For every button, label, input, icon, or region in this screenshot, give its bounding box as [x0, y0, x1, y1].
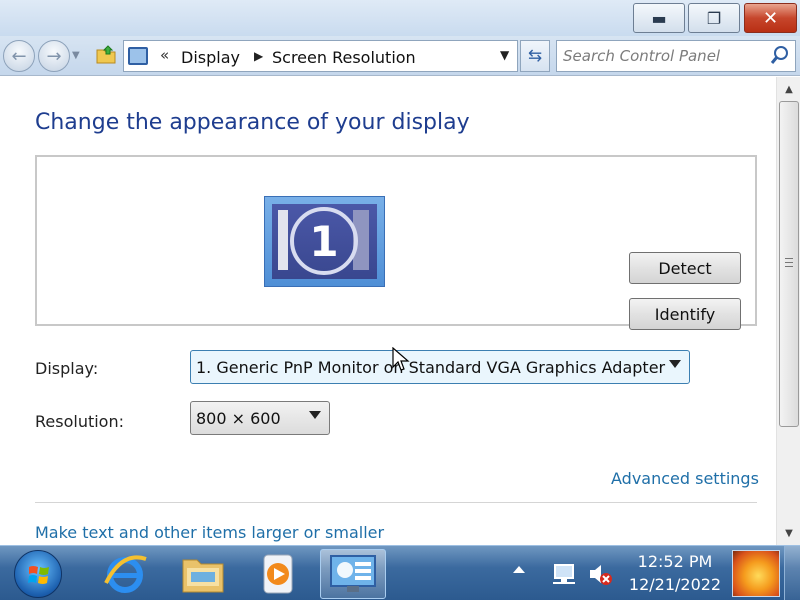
title-bar: ▬ ❐ ✕: [0, 0, 800, 36]
advanced-settings-link[interactable]: Advanced settings: [611, 469, 759, 488]
back-arrow-icon: ←: [11, 45, 27, 67]
forward-button[interactable]: →: [38, 40, 70, 72]
resolution-select[interactable]: 800 × 600: [190, 401, 330, 435]
display-settings-icon: [330, 555, 376, 592]
recent-pages-dropdown[interactable]: ▼: [72, 50, 80, 61]
search-box[interactable]: [556, 40, 796, 72]
navigation-bar: ← → ▼ « Display ▶ Screen Resolution ▼ ⇆: [0, 36, 800, 76]
folder-up-svg: [96, 45, 116, 64]
flower-wallpaper-thumbnail: [732, 550, 780, 597]
scroll-up-icon[interactable]: ▲: [779, 79, 799, 99]
monitor-1-icon[interactable]: 1: [264, 196, 385, 287]
folder-icon: [182, 559, 224, 593]
windows-explorer-taskbar-button[interactable]: [170, 549, 236, 599]
scrollbar-grip-icon: [785, 258, 793, 267]
breadcrumb-display[interactable]: Display: [181, 48, 240, 67]
show-desktop-button[interactable]: [784, 546, 800, 600]
content-area: Change the appearance of your display 1 …: [0, 77, 776, 545]
start-button[interactable]: [14, 550, 62, 598]
mouse-cursor-icon: [392, 347, 410, 371]
search-input[interactable]: [563, 46, 763, 66]
monitor-screen: 1: [272, 204, 377, 279]
minimize-icon: ▬: [651, 8, 667, 28]
minimize-button[interactable]: ▬: [633, 3, 685, 33]
search-icon[interactable]: [769, 44, 791, 66]
monitor-screen-stripe: [278, 210, 288, 270]
identify-button[interactable]: Identify: [629, 298, 741, 330]
display-label: Display:: [35, 359, 99, 378]
chevron-down-icon: [669, 360, 681, 368]
volume-muted-icon[interactable]: [587, 562, 613, 586]
close-button[interactable]: ✕: [744, 3, 797, 33]
restore-button[interactable]: ❐: [688, 3, 740, 33]
forward-arrow-icon: →: [46, 45, 62, 67]
breadcrumb-overflow-chevron[interactable]: «: [160, 46, 169, 64]
internet-explorer-icon: [104, 555, 147, 593]
monitor-arrangement-panel: 1 Detect Identify: [35, 155, 757, 330]
breadcrumb-separator-icon[interactable]: ▶: [254, 49, 263, 63]
monitor-number: 1: [290, 207, 358, 275]
media-player-icon: [263, 554, 293, 594]
vertical-scrollbar[interactable]: ▲ ▼: [776, 77, 800, 545]
text-size-link[interactable]: Make text and other items larger or smal…: [35, 523, 384, 542]
refresh-icon: ⇆: [527, 46, 543, 66]
restore-icon: ❐: [706, 8, 722, 28]
resolution-label: Resolution:: [35, 412, 124, 431]
show-hidden-icons-button[interactable]: [513, 566, 525, 573]
back-button[interactable]: ←: [3, 40, 35, 72]
taskbar: 12:52 PM 12/21/2022: [0, 545, 800, 600]
display-settings-taskbar-button[interactable]: [320, 549, 386, 599]
address-bar[interactable]: « Display ▶ Screen Resolution ▼: [123, 40, 518, 72]
clock-time[interactable]: 12:52 PM: [620, 552, 730, 571]
address-dropdown-icon[interactable]: ▼: [500, 48, 509, 62]
folder-up-icon[interactable]: [95, 44, 117, 66]
windows-logo-icon: [28, 566, 49, 584]
display-select[interactable]: 1. Generic PnP Monitor on Standard VGA G…: [190, 350, 690, 384]
resolution-select-value: 800 × 600: [196, 408, 281, 428]
clock-date[interactable]: 12/21/2022: [620, 575, 730, 594]
close-icon: ✕: [762, 7, 779, 29]
scroll-down-icon[interactable]: ▼: [779, 523, 799, 543]
divider: [35, 502, 757, 503]
network-icon[interactable]: [551, 562, 577, 586]
detect-button[interactable]: Detect: [629, 252, 741, 284]
refresh-button[interactable]: ⇆: [520, 40, 550, 72]
internet-explorer-taskbar-button[interactable]: [92, 549, 158, 599]
media-player-taskbar-button[interactable]: [245, 549, 311, 599]
display-select-value: 1. Generic PnP Monitor on Standard VGA G…: [196, 357, 666, 377]
chevron-down-icon: [309, 411, 321, 419]
scrollbar-thumb[interactable]: [779, 101, 799, 427]
breadcrumb-screen-resolution[interactable]: Screen Resolution: [272, 48, 416, 67]
page-title: Change the appearance of your display: [35, 110, 470, 135]
control-panel-icon: [128, 47, 148, 65]
